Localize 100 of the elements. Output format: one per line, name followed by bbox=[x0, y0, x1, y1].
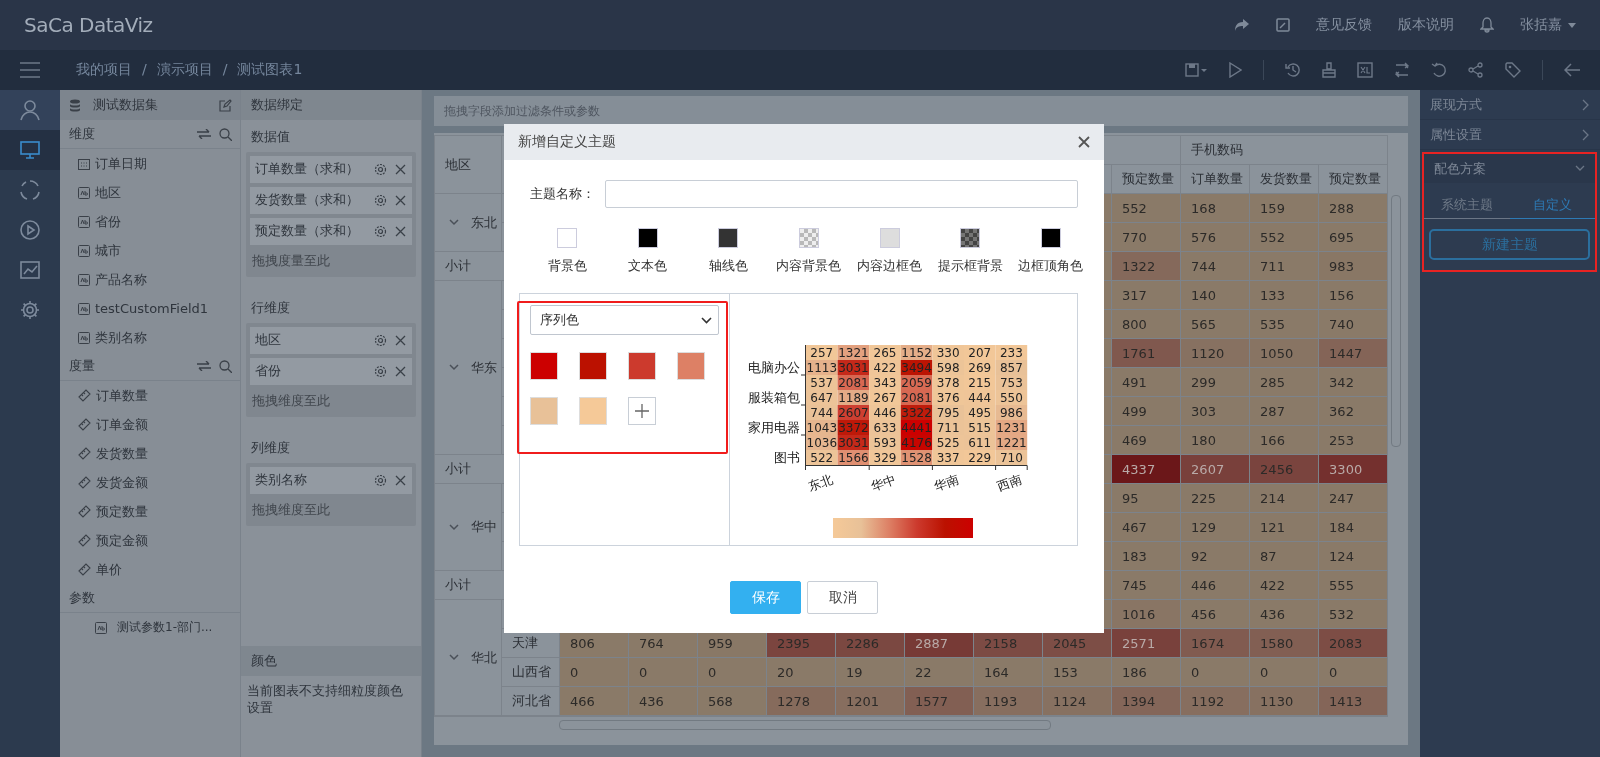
field-chip[interactable]: 订单数量（求和） bbox=[250, 156, 412, 183]
swap-icon[interactable] bbox=[197, 129, 211, 139]
tag-icon[interactable] bbox=[1505, 62, 1521, 78]
field-item[interactable]: 单价 bbox=[60, 555, 240, 584]
close-icon[interactable] bbox=[1078, 136, 1090, 148]
breadcrumb-link[interactable]: 演示项目 bbox=[156, 61, 213, 79]
settings-icon[interactable] bbox=[374, 163, 387, 176]
chevron-icon[interactable] bbox=[449, 654, 459, 661]
settings-icon[interactable] bbox=[374, 194, 387, 207]
breadcrumb-link[interactable]: 测试图表1 bbox=[237, 61, 303, 79]
drop-hint: 拖拽度量至此 bbox=[251, 251, 331, 270]
breadcrumb-link[interactable]: 我的项目 bbox=[76, 61, 132, 79]
color-swatch[interactable] bbox=[798, 228, 819, 248]
scrollbar[interactable] bbox=[434, 716, 1389, 731]
undo-icon[interactable] bbox=[1431, 62, 1447, 78]
settings-icon[interactable] bbox=[374, 365, 387, 378]
caret-icon bbox=[1568, 22, 1576, 28]
color-swatch[interactable] bbox=[628, 352, 656, 380]
field-chip[interactable]: 预定数量（求和） bbox=[250, 218, 412, 245]
chevron-icon[interactable] bbox=[449, 219, 459, 226]
field-item[interactable]: 城市 bbox=[60, 236, 240, 265]
color-swatch[interactable] bbox=[879, 228, 900, 248]
bell-icon[interactable] bbox=[1480, 17, 1494, 33]
color-swatch[interactable] bbox=[637, 228, 658, 248]
history-icon[interactable] bbox=[1285, 62, 1301, 78]
add-color-button[interactable] bbox=[628, 397, 656, 425]
color-swatch[interactable] bbox=[960, 228, 981, 248]
settings-icon[interactable] bbox=[374, 474, 387, 487]
search-icon[interactable] bbox=[219, 359, 232, 373]
menu-icon[interactable] bbox=[20, 62, 40, 78]
drop-zone[interactable]: 类别名称 拖拽维度至此 bbox=[246, 463, 416, 526]
field-item[interactable]: 测试参数1-部门... bbox=[60, 613, 240, 642]
color-swatch[interactable] bbox=[579, 352, 607, 380]
field-chip[interactable]: 发货数量（求和） bbox=[250, 187, 412, 214]
back-arrow-icon[interactable] bbox=[1564, 63, 1580, 77]
color-swatch[interactable] bbox=[718, 228, 739, 248]
refresh-icon[interactable] bbox=[1394, 62, 1410, 78]
theme-name-input[interactable] bbox=[605, 180, 1078, 208]
field-item[interactable]: 类别名称 bbox=[60, 323, 240, 352]
field-chip[interactable]: 地区 bbox=[250, 327, 412, 354]
group-label: 列维度 bbox=[250, 439, 291, 457]
tab[interactable]: 系统主题 bbox=[1424, 191, 1510, 219]
close-icon[interactable] bbox=[395, 164, 406, 175]
field-item[interactable]: 订单日期 bbox=[60, 149, 240, 178]
close-icon[interactable] bbox=[395, 195, 406, 206]
user-menu[interactable]: 张括嘉 bbox=[1520, 16, 1576, 34]
drop-zone[interactable]: 订单数量（求和） 发货数量（求和） 预定数量（求和） 拖拽度量至此 bbox=[246, 152, 416, 277]
edit-icon[interactable] bbox=[1276, 18, 1290, 32]
chevron-icon[interactable] bbox=[449, 364, 459, 371]
table-cell: 2286 bbox=[846, 635, 880, 651]
field-item[interactable]: testCustomField1 bbox=[60, 294, 240, 323]
field-chip[interactable]: 类别名称 bbox=[250, 467, 412, 494]
sidebar-tab[interactable] bbox=[0, 130, 60, 170]
stamp-icon[interactable] bbox=[1322, 62, 1336, 78]
swap-icon[interactable] bbox=[197, 361, 211, 371]
close-icon[interactable] bbox=[395, 226, 406, 237]
section-header[interactable]: 展现方式 bbox=[1420, 90, 1600, 119]
close-icon[interactable] bbox=[395, 335, 406, 346]
search-icon[interactable] bbox=[219, 127, 232, 141]
share-icon[interactable] bbox=[1468, 62, 1484, 78]
sidebar-tab[interactable] bbox=[0, 90, 60, 130]
color-swatch[interactable] bbox=[677, 352, 705, 380]
color-swatch[interactable] bbox=[530, 352, 558, 380]
chevron-icon[interactable] bbox=[449, 523, 459, 531]
header-link[interactable]: 版本说明 bbox=[1398, 16, 1454, 34]
field-item[interactable]: 产品名称 bbox=[60, 265, 240, 294]
color-swatch[interactable] bbox=[530, 397, 558, 425]
color-swatch[interactable] bbox=[1040, 228, 1061, 248]
field-item[interactable]: 发货金额 bbox=[60, 468, 240, 497]
edit-icon[interactable] bbox=[219, 98, 232, 112]
field-item[interactable]: 预定金额 bbox=[60, 526, 240, 555]
close-icon[interactable] bbox=[395, 475, 406, 486]
new-theme-button[interactable]: 新建主题 bbox=[1429, 229, 1590, 260]
field-item[interactable]: 发货数量 bbox=[60, 439, 240, 468]
tab[interactable]: 自定义 bbox=[1509, 191, 1595, 219]
header-link[interactable]: 意见反馈 bbox=[1316, 16, 1372, 34]
settings-icon[interactable] bbox=[374, 334, 387, 347]
field-item[interactable]: 省份 bbox=[60, 207, 240, 236]
field-item[interactable]: 预定数量 bbox=[60, 497, 240, 526]
play-icon[interactable] bbox=[1228, 62, 1242, 78]
color-swatch[interactable] bbox=[557, 228, 577, 248]
section-header[interactable]: 属性设置 bbox=[1420, 120, 1600, 149]
cancel-button[interactable]: 取消 bbox=[807, 581, 878, 614]
color-swatch[interactable] bbox=[579, 397, 607, 425]
excel-icon[interactable] bbox=[1357, 62, 1373, 78]
settings-icon[interactable] bbox=[374, 225, 387, 238]
text-field-icon bbox=[78, 273, 90, 286]
palette-select[interactable]: 序列色 bbox=[530, 305, 719, 335]
save-button[interactable]: 保存 bbox=[730, 581, 801, 614]
field-chip[interactable]: 省份 bbox=[250, 358, 412, 385]
close-icon[interactable] bbox=[395, 366, 406, 377]
field-item[interactable]: 订单数量 bbox=[60, 381, 240, 410]
heatmap-cell: 744 bbox=[806, 405, 838, 420]
field-item[interactable]: 地区 bbox=[60, 178, 240, 207]
share-icon[interactable] bbox=[1234, 18, 1250, 32]
table-cell: 303 bbox=[1191, 403, 1216, 419]
drop-zone[interactable]: 地区 省份 拖拽维度至此 bbox=[246, 323, 416, 417]
section-header[interactable]: 配色方案 bbox=[1424, 154, 1595, 183]
save-icon[interactable] bbox=[1185, 63, 1207, 77]
field-item[interactable]: 订单金额 bbox=[60, 410, 240, 439]
